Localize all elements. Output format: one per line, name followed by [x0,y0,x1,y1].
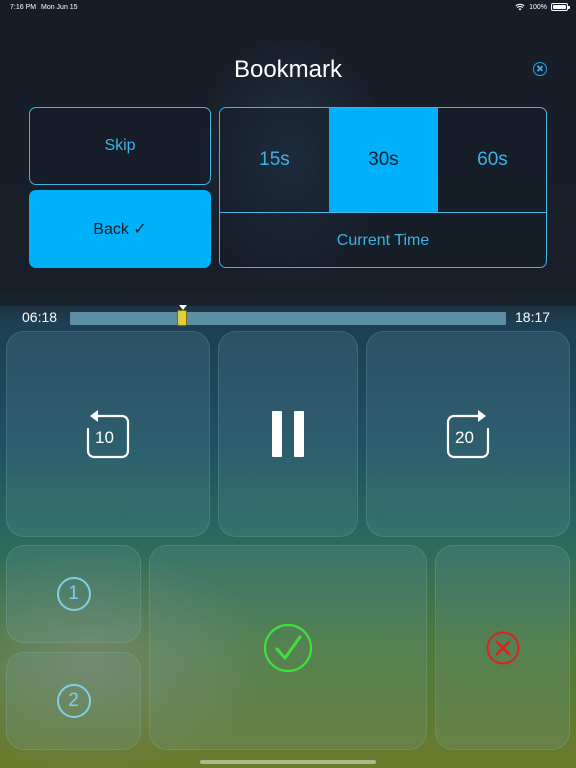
rewind-button[interactable]: 10 [6,331,210,537]
duration-15s-button[interactable]: 15s [220,108,329,212]
confirm-button[interactable] [149,545,427,750]
total-time: 18:17 [515,309,551,325]
status-time: 7:16 PM [10,4,37,11]
rewind-seconds: 10 [95,428,114,447]
status-right: 100% [515,3,570,11]
skip-button[interactable]: Skip [29,107,211,185]
elapsed-time: 06:18 [22,309,58,325]
dialog-title: Bookmark [233,56,343,83]
status-date: Mon Jun 15 [41,4,78,11]
forward-button[interactable]: 20 [366,331,570,537]
pause-icon [272,411,304,457]
forward-icon: 20 [444,409,492,459]
pause-button[interactable] [218,331,358,537]
bookmark-two-label: 2 [56,684,91,718]
back-button[interactable]: Back ✓ [29,190,211,268]
home-indicator[interactable] [200,760,376,764]
progress-track[interactable] [70,310,506,326]
wifi-icon [515,3,525,11]
battery-percent: 100% [529,3,547,11]
rewind-icon: 10 [84,409,132,459]
status-bar: 7:16 PM Mon Jun 15 100% [0,0,576,16]
scrubber-thumb[interactable] [177,310,187,326]
duration-selector: 15s 30s 60s Current Time [219,107,547,268]
cancel-button[interactable] [435,545,570,750]
current-time-button[interactable]: Current Time [220,213,546,267]
bookmark-one-label: 1 [56,577,91,611]
battery-icon [551,3,570,11]
bookmark-one-button[interactable]: 1 [6,545,141,643]
close-circle-icon[interactable] [533,62,547,76]
confirm-check-icon [263,623,313,673]
forward-seconds: 20 [455,428,474,447]
bookmark-two-button[interactable]: 2 [6,652,141,750]
cancel-x-icon [486,631,520,665]
duration-60s-button[interactable]: 60s [438,108,546,212]
duration-30s-button[interactable]: 30s [329,108,438,212]
